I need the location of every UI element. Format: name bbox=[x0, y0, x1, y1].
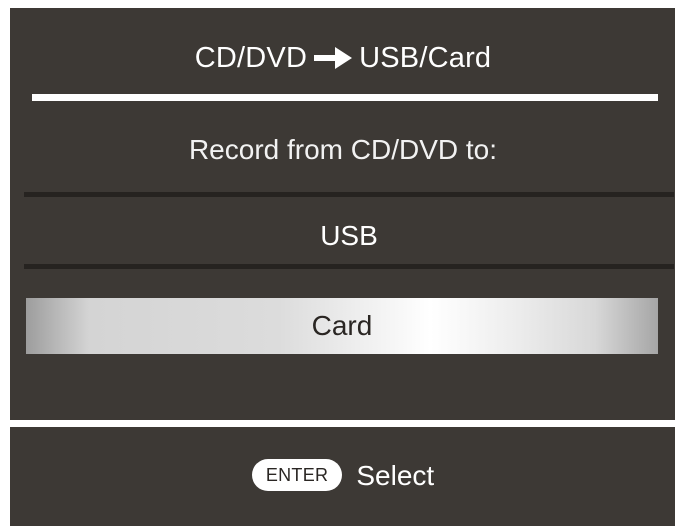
title-divider bbox=[32, 94, 658, 101]
title-source: CD/DVD bbox=[194, 42, 308, 74]
menu-prompt: Record from CD/DVD to: bbox=[188, 134, 498, 165]
enter-key-icon[interactable]: ENTER bbox=[251, 459, 343, 491]
footer-divider bbox=[10, 420, 675, 427]
option-card-selected[interactable]: Card bbox=[26, 298, 658, 354]
menu-title: CD/DVD USB/Card bbox=[10, 36, 675, 80]
right-arrow-icon bbox=[314, 47, 353, 69]
option-usb[interactable]: USB bbox=[24, 214, 674, 258]
footer-hint: ENTER Select bbox=[10, 454, 675, 498]
record-menu-screen: CD/DVD USB/Card Record from CD/DVD to: US… bbox=[10, 8, 675, 526]
option-divider bbox=[24, 264, 674, 269]
footer-action-label: Select bbox=[356, 460, 435, 491]
option-divider bbox=[24, 192, 674, 197]
title-destination: USB/Card bbox=[359, 42, 492, 74]
